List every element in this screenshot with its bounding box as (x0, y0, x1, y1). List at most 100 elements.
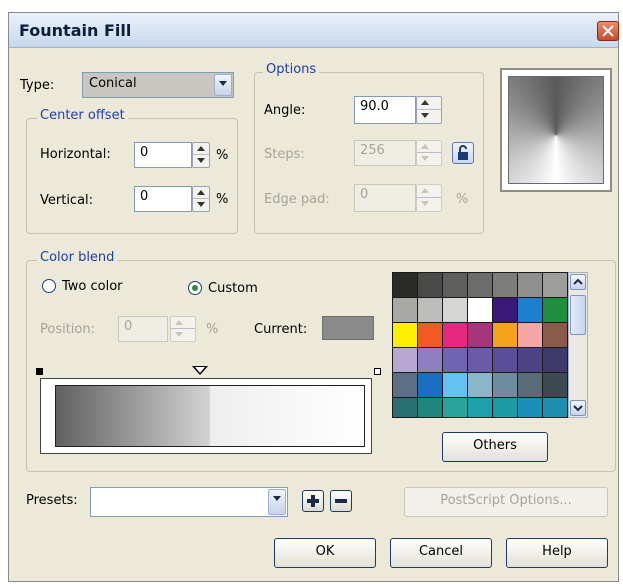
type-select[interactable]: Conical (82, 72, 234, 98)
help-button[interactable]: Help (506, 538, 608, 568)
palette-swatch[interactable] (418, 398, 443, 417)
palette-swatch[interactable] (468, 323, 493, 348)
dialog-title: Fountain Fill (19, 21, 132, 40)
palette-swatch[interactable] (418, 348, 443, 373)
angle-label: Angle: (264, 103, 306, 118)
gradient-bar[interactable] (55, 385, 365, 447)
palette-swatch[interactable] (518, 323, 543, 348)
end-marker[interactable] (374, 368, 381, 375)
palette-swatch[interactable] (443, 373, 468, 398)
presets-select[interactable] (90, 487, 288, 517)
angle-spinner[interactable] (416, 96, 442, 124)
others-button[interactable]: Others (442, 432, 548, 462)
palette-swatch[interactable] (493, 273, 518, 298)
two-color-radio[interactable] (42, 279, 56, 293)
palette-swatch[interactable] (443, 398, 468, 417)
scroll-down-icon[interactable] (570, 400, 586, 416)
spin-up-icon[interactable] (193, 143, 209, 155)
add-preset-icon[interactable] (302, 490, 324, 512)
horizontal-input[interactable]: 0 (134, 142, 192, 168)
spin-up-icon[interactable] (417, 185, 441, 198)
spin-up-icon[interactable] (417, 141, 441, 153)
palette-swatch[interactable] (493, 348, 518, 373)
current-color-swatch[interactable] (322, 316, 374, 340)
horizontal-spinner[interactable] (192, 142, 210, 168)
palette-swatch[interactable] (418, 323, 443, 348)
spin-up-icon[interactable] (171, 317, 195, 329)
palette-swatch[interactable] (418, 273, 443, 298)
center-offset-legend: Center offset (37, 108, 128, 123)
position-spinner[interactable] (170, 316, 196, 342)
lock-icon[interactable] (452, 142, 474, 164)
close-icon[interactable] (597, 21, 619, 41)
palette-swatch[interactable] (393, 398, 418, 417)
palette-swatch[interactable] (418, 373, 443, 398)
postscript-options-button[interactable]: PostScript Options... (404, 487, 608, 517)
chevron-down-icon[interactable] (214, 74, 232, 96)
center-offset-group (26, 118, 238, 234)
palette-swatch[interactable] (518, 298, 543, 323)
scroll-up-icon[interactable] (570, 274, 586, 290)
palette-swatch[interactable] (443, 323, 468, 348)
steps-input[interactable]: 256 (354, 140, 416, 166)
palette-swatch[interactable] (393, 273, 418, 298)
start-marker[interactable] (36, 368, 43, 375)
palette-swatch[interactable] (543, 373, 567, 398)
palette-swatch[interactable] (543, 298, 567, 323)
color-palette[interactable] (392, 272, 568, 418)
palette-swatch[interactable] (543, 323, 567, 348)
palette-swatch[interactable] (443, 298, 468, 323)
palette-swatch[interactable] (468, 348, 493, 373)
steps-spinner[interactable] (416, 140, 442, 166)
edge-pad-input[interactable]: 0 (354, 184, 416, 212)
remove-preset-icon[interactable] (330, 490, 352, 512)
chevron-down-icon[interactable] (268, 489, 286, 515)
spin-up-icon[interactable] (417, 97, 441, 110)
palette-swatch[interactable] (393, 373, 418, 398)
palette-swatch[interactable] (468, 298, 493, 323)
custom-label[interactable]: Custom (208, 281, 258, 296)
vertical-spinner[interactable] (192, 186, 210, 212)
presets-label: Presets: (26, 493, 78, 508)
palette-swatch[interactable] (543, 273, 567, 298)
spin-down-icon[interactable] (417, 198, 441, 211)
position-input[interactable]: 0 (118, 316, 168, 342)
spin-down-icon[interactable] (193, 199, 209, 211)
palette-swatch[interactable] (468, 398, 493, 417)
palette-swatch[interactable] (493, 398, 518, 417)
palette-swatch[interactable] (443, 273, 468, 298)
palette-swatch[interactable] (543, 348, 567, 373)
palette-swatch[interactable] (543, 398, 567, 417)
spin-down-icon[interactable] (193, 155, 209, 167)
ok-button[interactable]: OK (274, 538, 376, 568)
palette-swatch[interactable] (518, 398, 543, 417)
custom-radio[interactable] (188, 281, 202, 295)
palette-swatch[interactable] (443, 348, 468, 373)
angle-input[interactable]: 90.0 (354, 96, 416, 124)
edge-pad-spinner[interactable] (416, 184, 442, 212)
palette-swatch[interactable] (493, 323, 518, 348)
current-label: Current: (254, 322, 308, 337)
spin-down-icon[interactable] (417, 110, 441, 123)
spin-down-icon[interactable] (417, 153, 441, 165)
scroll-thumb[interactable] (570, 295, 586, 335)
spin-up-icon[interactable] (193, 187, 209, 199)
vertical-label: Vertical: (40, 193, 94, 208)
palette-swatch[interactable] (393, 298, 418, 323)
spin-down-icon[interactable] (171, 329, 195, 341)
palette-swatch[interactable] (468, 273, 493, 298)
palette-swatch[interactable] (493, 373, 518, 398)
palette-swatch[interactable] (393, 323, 418, 348)
palette-swatch[interactable] (518, 373, 543, 398)
two-color-label[interactable]: Two color (62, 279, 123, 294)
palette-swatch[interactable] (518, 273, 543, 298)
palette-swatch[interactable] (468, 373, 493, 398)
palette-swatch[interactable] (393, 348, 418, 373)
vertical-input[interactable]: 0 (134, 186, 192, 212)
palette-swatch[interactable] (518, 348, 543, 373)
cancel-button[interactable]: Cancel (390, 538, 492, 568)
position-unit: % (206, 322, 219, 337)
palette-scrollbar[interactable] (568, 272, 588, 418)
palette-swatch[interactable] (493, 298, 518, 323)
palette-swatch[interactable] (418, 298, 443, 323)
